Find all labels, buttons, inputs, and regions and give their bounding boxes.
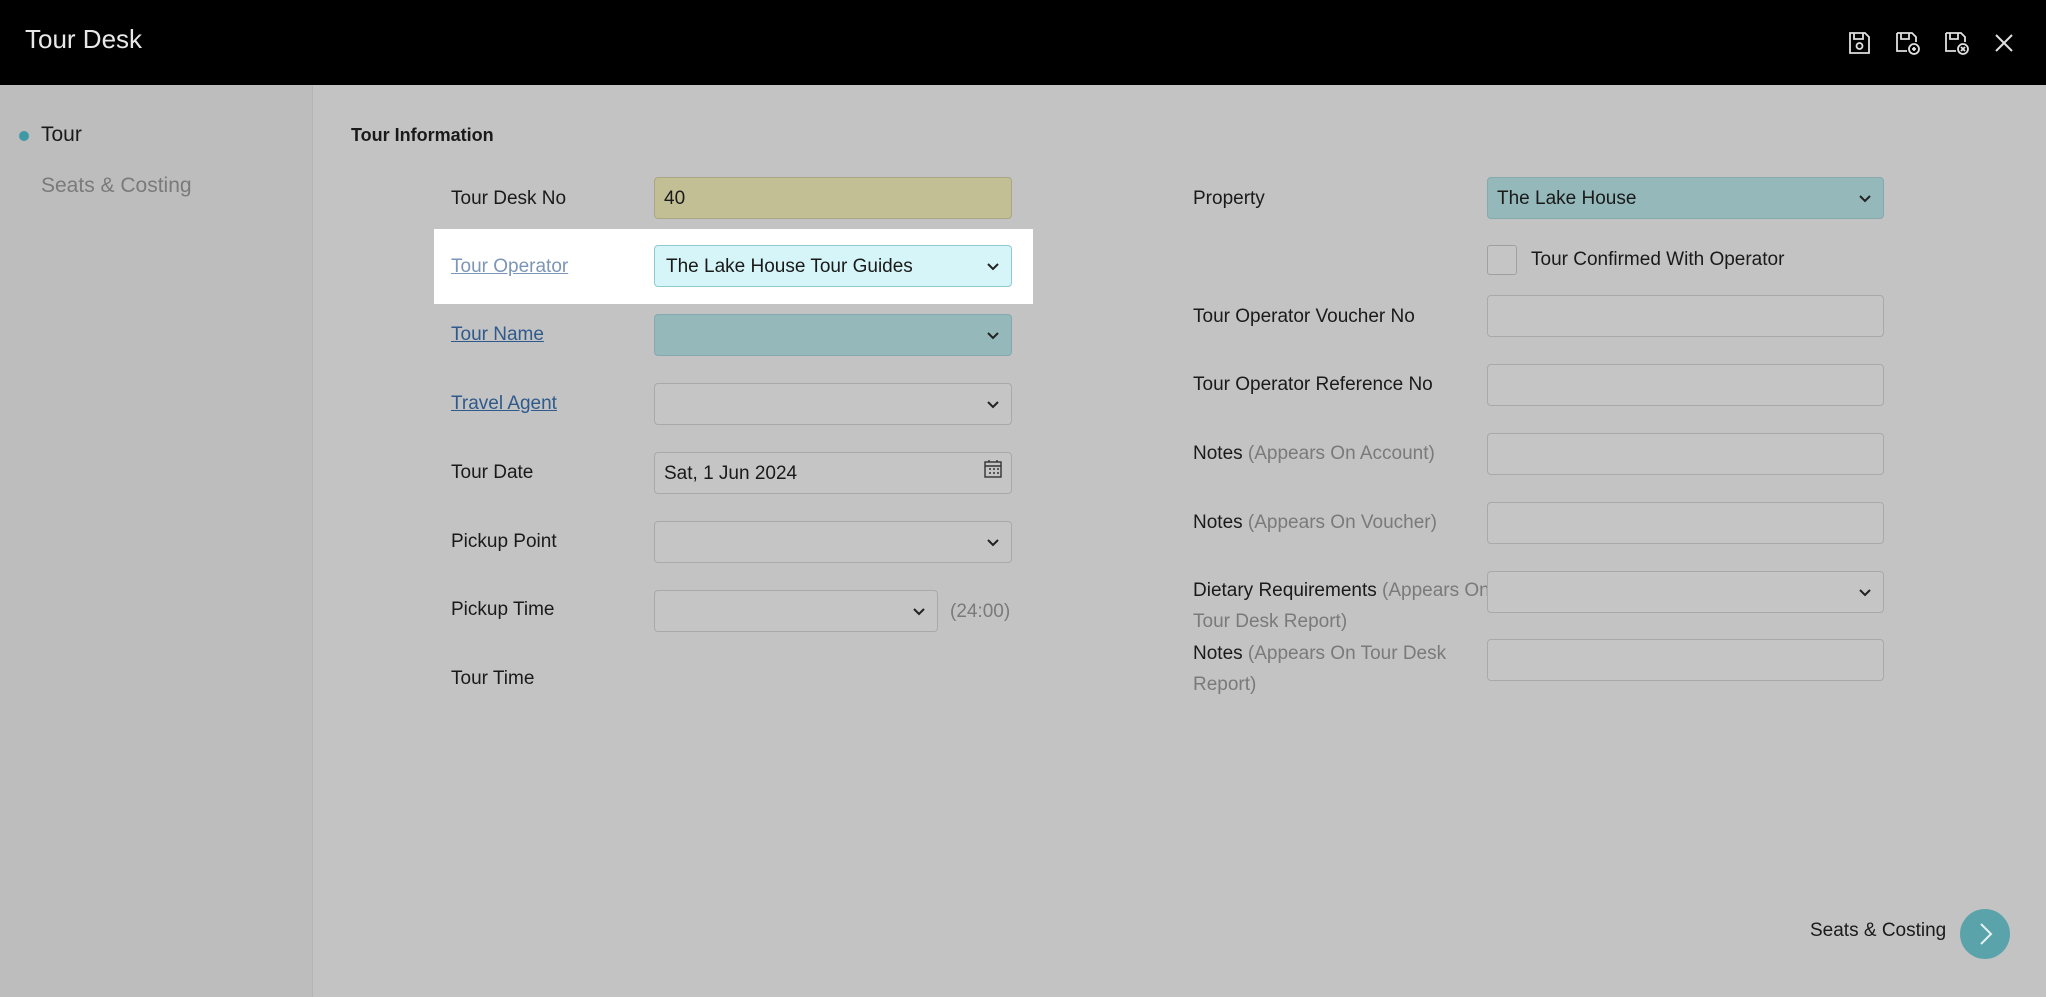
close-icon[interactable] <box>1989 28 2019 58</box>
calendar-icon[interactable] <box>983 459 1003 479</box>
notes-voucher-input[interactable] <box>1487 502 1884 544</box>
title-bar: Tour Desk <box>0 0 2046 85</box>
pickup-point-label: Pickup Point <box>451 531 557 552</box>
notes-voucher-label: Notes (Appears On Voucher) <box>1193 512 1437 534</box>
dietary-label: Dietary Requirements (Appears On Tour De… <box>1193 575 1490 637</box>
tour-operator-link[interactable]: Tour Operator <box>451 256 568 278</box>
tour-confirmed-label: Tour Confirmed With Operator <box>1531 249 1785 270</box>
pickup-time-select[interactable] <box>654 590 938 632</box>
section-title: Tour Information <box>351 125 494 145</box>
dietary-hint-line1: (Appears On <box>1382 580 1490 601</box>
notes-account-input[interactable] <box>1487 433 1884 475</box>
chevron-down-icon <box>1859 589 1871 597</box>
tour-confirmed-checkbox[interactable] <box>1487 245 1517 275</box>
notes-report-input[interactable] <box>1487 639 1884 681</box>
tour-date-label: Tour Date <box>451 462 534 483</box>
notes-report-label-text: Notes <box>1193 643 1243 664</box>
sidebar-item-seats-costing[interactable]: Seats & Costing <box>41 174 192 198</box>
dietary-select[interactable] <box>1487 571 1884 613</box>
notes-account-hint: (Appears On Account) <box>1247 443 1435 464</box>
save-and-close-icon[interactable] <box>1942 28 1972 58</box>
tour-time-label: Tour Time <box>451 668 535 689</box>
chevron-down-icon <box>1859 195 1871 203</box>
notes-report-hint-line2: Report) <box>1193 674 1257 695</box>
tour-date-input[interactable]: Sat, 1 Jun 2024 <box>654 452 1012 494</box>
property-value: The Lake House <box>1497 188 1637 209</box>
notes-voucher-label-text: Notes <box>1193 512 1243 533</box>
sidebar <box>0 85 313 997</box>
notes-account-label-text: Notes <box>1193 443 1243 464</box>
dietary-label-text: Dietary Requirements <box>1193 580 1377 601</box>
property-select[interactable]: The Lake House <box>1487 177 1884 219</box>
tour-desk-no-label: Tour Desk No <box>451 188 567 209</box>
notes-voucher-hint: (Appears On Voucher) <box>1247 512 1437 533</box>
pickup-point-select[interactable] <box>654 521 1012 563</box>
save-and-new-icon[interactable] <box>1893 28 1923 58</box>
property-label: Property <box>1193 188 1265 209</box>
sidebar-item-tour[interactable]: Tour <box>41 123 82 147</box>
next-section-label[interactable]: Seats & Costing <box>1810 920 1946 942</box>
dietary-hint-line2: Tour Desk Report) <box>1193 611 1348 632</box>
chevron-down-icon <box>913 608 925 616</box>
window-title: Tour Desk <box>25 24 143 54</box>
tour-date-value: Sat, 1 Jun 2024 <box>664 463 798 484</box>
voucher-no-input[interactable] <box>1487 295 1884 337</box>
travel-agent-select[interactable] <box>654 383 1012 425</box>
voucher-no-label: Tour Operator Voucher No <box>1193 306 1415 327</box>
pickup-time-label: Pickup Time <box>451 599 555 620</box>
tour-name-link[interactable]: Tour Name <box>451 324 544 346</box>
chevron-down-icon <box>987 332 999 340</box>
notes-account-label: Notes (Appears On Account) <box>1193 443 1435 465</box>
chevron-down-icon <box>987 539 999 547</box>
notes-report-hint-line1: (Appears On Tour Desk <box>1247 643 1447 664</box>
tour-desk-no-value: 40 <box>664 188 686 209</box>
tour-operator-select[interactable]: The Lake House Tour Guides <box>654 245 1012 287</box>
tour-name-select[interactable] <box>654 314 1012 356</box>
notes-report-label: Notes (Appears On Tour Desk Report) <box>1193 638 1446 700</box>
travel-agent-link[interactable]: Travel Agent <box>451 393 557 415</box>
reference-no-label: Tour Operator Reference No <box>1193 374 1433 395</box>
tour-operator-value: The Lake House Tour Guides <box>666 256 913 277</box>
chevron-down-icon <box>987 401 999 409</box>
save-icon[interactable] <box>1844 28 1874 58</box>
tour-desk-no-field[interactable]: 40 <box>654 177 1012 219</box>
active-indicator-dot <box>19 131 29 141</box>
chevron-down-icon <box>987 263 999 271</box>
pickup-time-format-hint: (24:00) <box>950 601 1011 622</box>
next-button[interactable] <box>1960 909 2010 959</box>
chevron-right-icon <box>1980 923 1993 945</box>
reference-no-input[interactable] <box>1487 364 1884 406</box>
